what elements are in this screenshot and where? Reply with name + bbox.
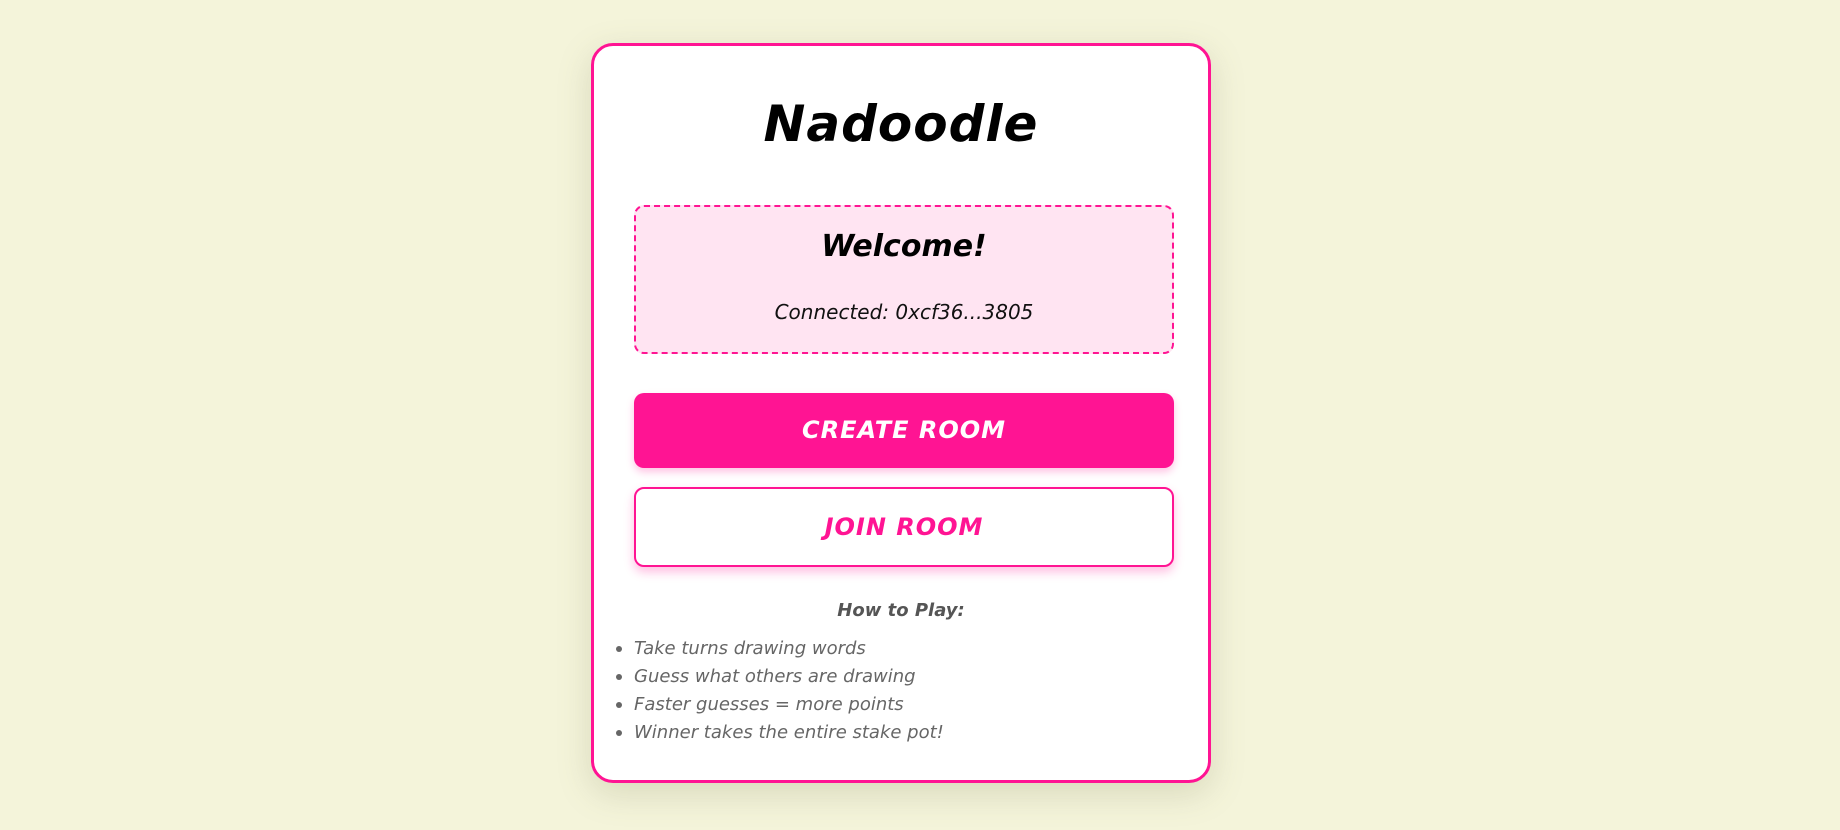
list-item: Guess what others are drawing [616,663,944,691]
list-item-text: Guess what others are drawing [634,666,916,687]
bullet-icon [616,646,622,652]
list-item: Take turns drawing words [616,635,944,663]
lobby-card: Nadoodle Welcome! Connected: 0xcf36...38… [591,43,1211,783]
bullet-icon [616,702,622,708]
how-to-play-title: How to Play: [837,600,965,621]
welcome-box: Welcome! Connected: 0xcf36...3805 [634,205,1174,354]
how-to-play-list: Take turns drawing words Guess what othe… [616,635,944,747]
list-item-text: Faster guesses = more points [634,694,904,715]
list-item-text: Winner takes the entire stake pot! [634,722,944,743]
list-item: Winner takes the entire stake pot! [616,719,944,747]
app-title: Nadoodle [763,95,1039,153]
create-room-button[interactable]: CREATE ROOM [634,393,1174,468]
bullet-icon [616,730,622,736]
welcome-heading: Welcome! [821,229,987,264]
join-room-button[interactable]: JOIN ROOM [634,487,1174,567]
list-item: Faster guesses = more points [616,691,944,719]
connected-wallet-label: Connected: 0xcf36...3805 [774,300,1034,324]
bullet-icon [616,674,622,680]
list-item-text: Take turns drawing words [634,638,866,659]
